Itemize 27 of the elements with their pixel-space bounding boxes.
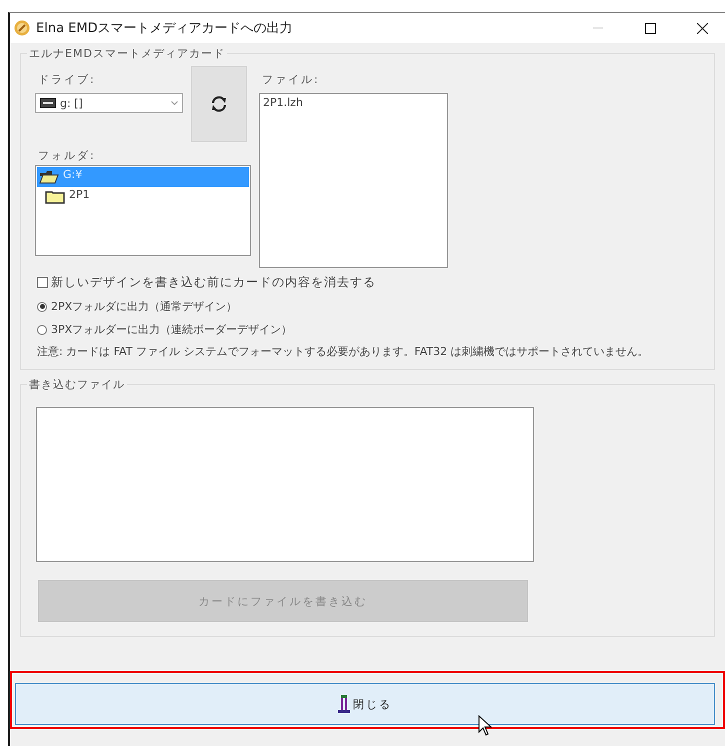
- file-item[interactable]: 2P1.lzh: [260, 94, 447, 111]
- maximize-icon[interactable]: [644, 22, 656, 34]
- folder-item[interactable]: 2P1: [37, 187, 249, 207]
- cursor-icon: [478, 715, 492, 736]
- close-icon[interactable]: [696, 22, 708, 34]
- radio-button[interactable]: [37, 324, 47, 334]
- refresh-icon: [210, 95, 228, 113]
- radio-button[interactable]: [37, 302, 47, 312]
- radio-label: 2PXフォルダに出力（通常デザイン）: [51, 299, 238, 314]
- caret-icon: [171, 101, 178, 105]
- exit-door-icon: [338, 695, 350, 713]
- checkbox-label: 新しいデザインを書き込む前にカードの内容を消去する: [51, 274, 376, 291]
- group-title: エルナEMDスマートメディアカード: [27, 46, 227, 61]
- folder-label: フォルダ:: [38, 148, 97, 163]
- drive-label: ドライブ:: [38, 72, 97, 87]
- note-text: 注意: カードは FAT ファイル システムでフォーマットする必要があります。FAT32 は刺繍機ではサポートされていません。: [37, 345, 650, 359]
- close-button[interactable]: 閉じる: [15, 683, 715, 725]
- drive-dropdown[interactable]: g: []: [35, 93, 183, 113]
- radio-label: 3PXフォルダーに出力（連続ボーダーデザイン）: [51, 322, 292, 337]
- drive-icon: [40, 98, 56, 108]
- window-title: Elna EMDスマートメディアカードへの出力: [36, 20, 294, 37]
- checkbox[interactable]: [37, 277, 48, 288]
- group-title: 書き込むファイル: [27, 377, 127, 392]
- file-label: ファイル:: [262, 72, 321, 87]
- app-icon: [14, 20, 30, 36]
- folder-icon: [45, 190, 65, 204]
- open-folder-icon: [39, 170, 59, 184]
